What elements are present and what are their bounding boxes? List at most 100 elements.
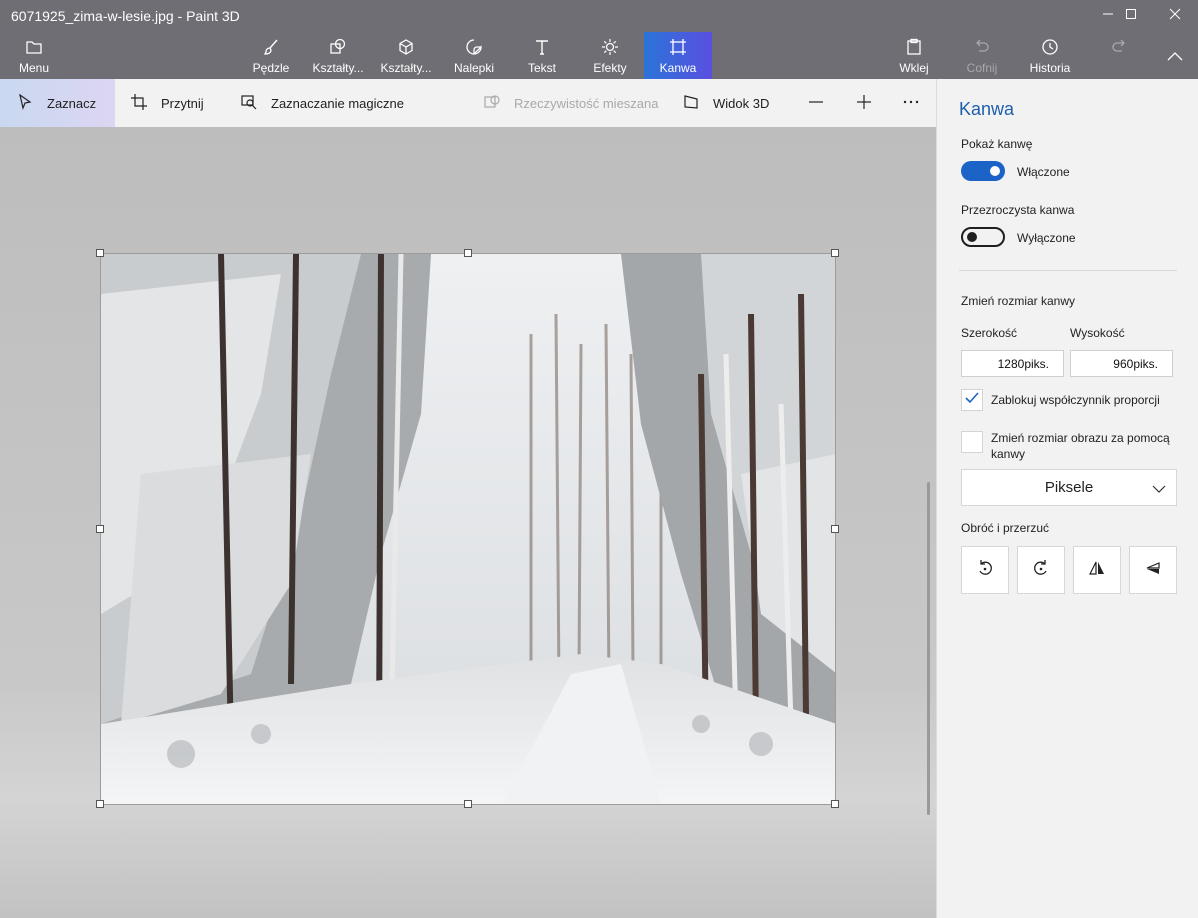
chevron-up-icon [1166,46,1184,68]
height-label: Wysokość [1070,326,1125,340]
width-label: Szerokość [961,326,1018,340]
tool-text[interactable]: Tekst [518,32,566,79]
lock-aspect-ratio-label: Zablokuj współczynnik proporcji [991,393,1160,407]
rotate-left-button[interactable] [961,546,1009,594]
height-field[interactable]: 960piks. [1070,350,1173,377]
zoom-out-button[interactable] [808,79,838,127]
vertical-scrollbar[interactable] [927,482,930,815]
magic-select-icon [241,94,271,113]
maximize-button[interactable] [1108,0,1154,32]
resize-handle-top-left[interactable] [96,249,104,257]
tool-label: Tekst [527,61,556,75]
paste-label: Wklej [899,61,929,75]
resize-handle-top[interactable] [464,249,472,257]
resize-handle-bottom-left[interactable] [96,800,104,808]
width-field[interactable]: 1280piks. [961,350,1064,377]
checkmark-icon [964,390,980,411]
canvas-toolbar: Zaznacz Przytnij Zaznaczanie magiczne Rz… [0,79,936,127]
rotate-left-icon [976,559,994,582]
resize-canvas-title: Zmień rozmiar kanwy [961,294,1076,308]
folder-icon [25,36,43,58]
plus-icon [856,94,886,113]
resize-handle-bottom[interactable] [464,800,472,808]
resize-handle-top-right[interactable] [831,249,839,257]
resize-handle-left[interactable] [96,525,104,533]
tool-2d-shapes[interactable]: Kształty... [308,32,368,79]
magic-select-label: Zaznaczanie magiczne [271,95,404,111]
select-label: Zaznacz [47,95,97,111]
panel-title: Kanwa [959,99,1015,119]
history-button[interactable]: Historia [1024,32,1076,79]
view-3d-button[interactable]: Widok 3D [683,79,769,127]
mixed-reality-icon [484,94,514,113]
rotate-right-button[interactable] [1017,546,1065,594]
resize-image-label-line1: Zmień rozmiar obrazu za pomocą [991,431,1170,445]
tool-stickers[interactable]: Nalepki [448,32,500,79]
redo-icon [1110,36,1128,58]
resize-image-checkbox[interactable] [961,431,983,453]
tool-label: Efekty [593,61,627,75]
canvas-icon [669,36,687,58]
undo-label: Cofnij [966,61,998,75]
tool-label: Nalepki [453,61,495,75]
show-canvas-toggle[interactable] [961,161,1005,181]
more-options-button[interactable] [903,79,933,127]
show-canvas-label: Pokaż kanwę [961,137,1033,151]
transparent-canvas-toggle[interactable] [961,227,1005,247]
zoom-in-button[interactable] [856,79,886,127]
crop-icon [131,93,161,113]
canvas-image[interactable] [100,253,836,805]
paste-button[interactable]: Wklej [893,32,935,79]
resize-handle-right[interactable] [831,525,839,533]
transparent-canvas-state: Wyłączone [1017,231,1076,245]
flip-horizontal-icon [1088,559,1106,582]
tool-label: Pędzle [252,61,290,75]
menu-label: Menu [18,61,50,75]
unit-selected: Piksele [1044,479,1094,496]
effects-icon [601,36,619,58]
tool-effects[interactable]: Efekty [586,32,634,79]
resize-handle-bottom-right[interactable] [831,800,839,808]
snowy-forest-photo [101,254,835,804]
canvas-panel: Kanwa Pokaż kanwę Włączone Przezroczysta… [936,79,1198,918]
rotate-flip-title: Obróć i przerzuć [961,521,1050,535]
tool-label: Kształty... [380,61,432,75]
text-icon [533,36,551,58]
cursor-icon [17,93,47,113]
menu-button[interactable]: Menu [10,32,58,79]
collapse-ribbon-button[interactable] [1160,32,1190,79]
close-icon [1169,7,1181,25]
view-3d-label: Widok 3D [713,95,770,111]
brush-icon [262,36,280,58]
magic-select-button[interactable]: Zaznaczanie magiczne [241,79,404,127]
crop-label: Przytnij [161,95,204,111]
close-button[interactable] [1152,0,1198,32]
show-canvas-state: Włączone [1017,165,1070,179]
minus-icon [808,94,838,113]
crop-button[interactable]: Przytnij [131,79,204,127]
3d-shapes-icon [397,36,415,58]
tool-brushes[interactable]: Pędzle [246,32,296,79]
lock-aspect-ratio-checkbox[interactable] [961,389,983,411]
tool-canvas[interactable]: Kanwa [644,32,712,79]
resize-image-label-line2: kanwy [991,447,1026,461]
unit-dropdown[interactable]: Piksele [961,469,1177,506]
tool-3d-shapes[interactable]: Kształty... [376,32,436,79]
stickers-icon [465,36,483,58]
redo-button[interactable] [1104,32,1134,79]
rotate-right-icon [1032,559,1050,582]
title-bar: 6071925_zima-w-lesie.jpg - Paint 3D Menu… [0,0,1198,79]
history-icon [1041,36,1059,58]
transparent-canvas-label: Przezroczysta kanwa [961,203,1075,217]
mixed-reality-button[interactable]: Rzeczywistość mieszana [484,79,659,127]
view-3d-icon [683,94,713,113]
flip-vertical-button[interactable] [1129,546,1177,594]
mixed-reality-label: Rzeczywistość mieszana [514,95,659,111]
select-button[interactable]: Zaznacz [0,79,115,127]
undo-button[interactable]: Cofnij [960,32,1004,79]
maximize-icon [1125,7,1137,25]
tool-label: Kształty... [312,61,364,75]
flip-vertical-icon [1144,559,1162,582]
tool-label: Kanwa [659,61,697,75]
flip-horizontal-button[interactable] [1073,546,1121,594]
